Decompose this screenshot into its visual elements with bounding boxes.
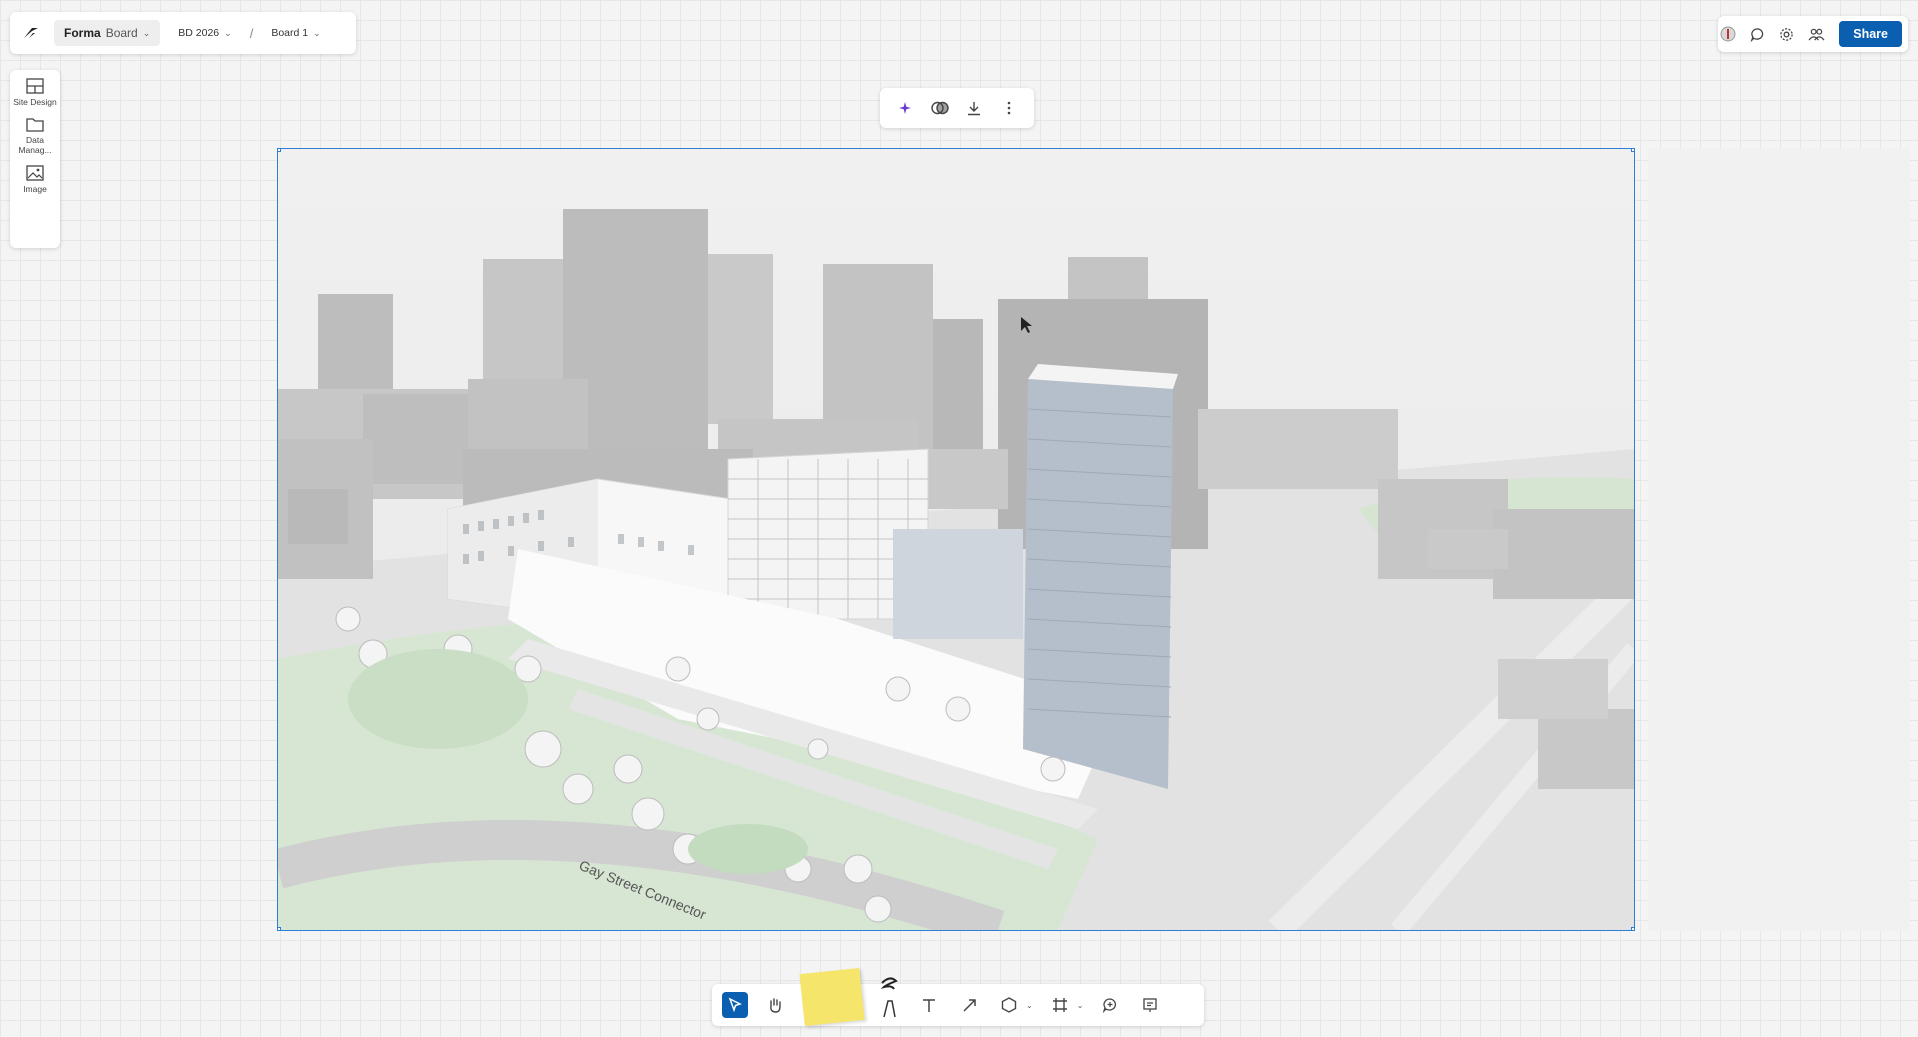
resize-handle-bottom-right[interactable] xyxy=(1631,927,1634,930)
pen-icon xyxy=(880,977,898,1018)
top-right-bar: Share xyxy=(1718,16,1908,52)
site-design-tool[interactable]: Site Design xyxy=(12,78,58,107)
hand-icon xyxy=(770,997,781,1013)
image-toolbar xyxy=(880,88,1034,128)
resize-handle-top-right[interactable] xyxy=(1631,149,1634,152)
comment-tool-button[interactable] xyxy=(1097,992,1123,1018)
sparkle-icon[interactable] xyxy=(896,99,914,117)
present-icon xyxy=(1143,998,1158,1012)
data-management-label: Data Manag... xyxy=(18,135,52,155)
pen-tool-button[interactable] xyxy=(876,977,902,1018)
app-switcher[interactable]: Forma Board ⌄ xyxy=(54,20,161,46)
select-icon xyxy=(728,997,742,1013)
avatar[interactable] xyxy=(1720,25,1736,43)
collaborators-icon[interactable] xyxy=(1808,25,1825,43)
image-icon xyxy=(26,165,44,181)
frame-tool-button[interactable] xyxy=(1047,992,1073,1018)
site-design-icon xyxy=(26,78,44,94)
download-icon[interactable] xyxy=(965,99,983,117)
arrow-icon xyxy=(962,998,976,1012)
project-name: BD 2026 xyxy=(178,27,220,39)
comments-icon[interactable] xyxy=(1750,25,1765,43)
city-render-image: Gay Street Connector xyxy=(278,149,1634,930)
adjacent-frame xyxy=(1648,148,1910,931)
chevron-down-icon: ⌄ xyxy=(142,27,151,38)
top-bar: Forma Board ⌄ BD 2026 ⌄ / Board 1 ⌄ xyxy=(10,12,356,54)
present-tool-button[interactable] xyxy=(1137,992,1163,1018)
chevron-down-icon[interactable]: ⌄ xyxy=(1077,1001,1084,1010)
text-tool-button[interactable] xyxy=(916,992,942,1018)
chevron-down-icon[interactable]: ⌄ xyxy=(1026,1001,1033,1010)
hand-tool-button[interactable] xyxy=(762,992,788,1018)
resize-handle-top-left[interactable] xyxy=(278,149,281,152)
board-selector[interactable]: Board 1 ⌄ xyxy=(265,27,326,39)
bottom-toolbar: ⌄ ⌄ xyxy=(712,968,1204,1026)
canvas-image-frame[interactable]: Gay Street Connector xyxy=(277,148,1635,931)
comment-icon xyxy=(1103,998,1117,1013)
compare-icon[interactable] xyxy=(931,99,949,117)
app-name: Forma xyxy=(64,26,101,40)
shape-tool-button[interactable] xyxy=(996,992,1022,1018)
board-name: Board 1 xyxy=(271,27,309,39)
select-tool-button[interactable] xyxy=(722,992,748,1018)
share-button[interactable]: Share xyxy=(1839,21,1902,47)
shape-icon xyxy=(1001,997,1017,1013)
forma-logo-icon[interactable] xyxy=(20,22,42,44)
folder-icon xyxy=(26,118,44,132)
more-vertical-icon[interactable] xyxy=(1000,99,1018,117)
chevron-down-icon: ⌄ xyxy=(224,27,232,38)
frame-icon xyxy=(1052,998,1067,1012)
chevron-down-icon: ⌄ xyxy=(313,27,321,38)
image-tool[interactable]: Image xyxy=(12,165,58,194)
resize-handle-bottom-left[interactable] xyxy=(278,927,281,930)
text-icon xyxy=(923,998,935,1012)
app-suffix: Board xyxy=(105,26,138,40)
left-toolbar: Site Design Data Manag... Image xyxy=(10,70,60,248)
breadcrumb-separator: / xyxy=(249,25,254,41)
project-selector[interactable]: BD 2026 ⌄ xyxy=(172,27,237,39)
image-label: Image xyxy=(23,184,47,194)
sticky-note-tool[interactable] xyxy=(799,968,865,1026)
arrow-tool-button[interactable] xyxy=(956,992,982,1018)
settings-gear-icon[interactable] xyxy=(1779,25,1794,43)
data-management-tool[interactable]: Data Manag... xyxy=(12,117,58,155)
site-design-label: Site Design xyxy=(13,97,57,107)
